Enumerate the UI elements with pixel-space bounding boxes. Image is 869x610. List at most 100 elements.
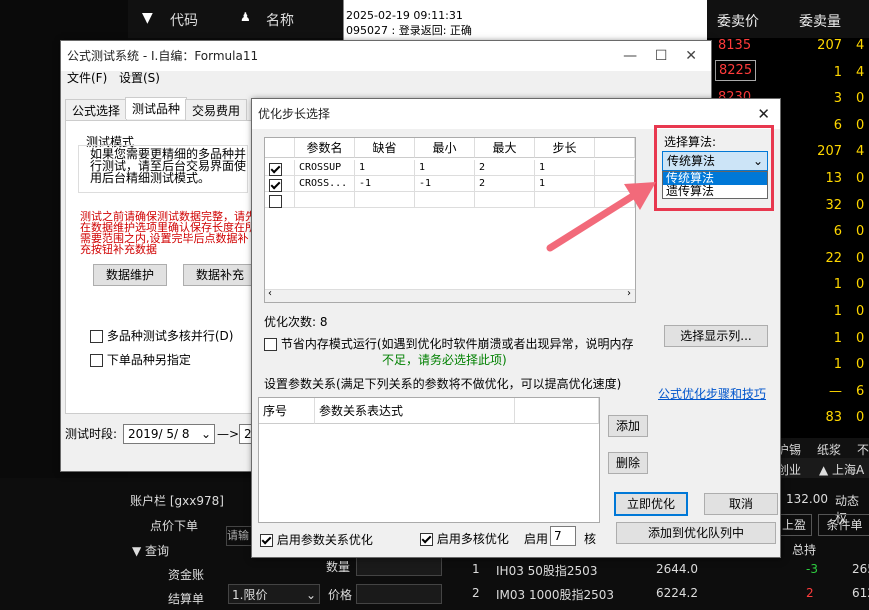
sell-volume: 1 bbox=[833, 357, 842, 373]
grid-row-check[interactable] bbox=[265, 176, 295, 192]
sell-volume: 13 bbox=[825, 171, 842, 186]
position-row-price: 2644.0 bbox=[656, 562, 698, 576]
grid-cell-max[interactable]: 2 bbox=[475, 160, 535, 176]
sell-price-2[interactable]: 8225 bbox=[715, 60, 757, 81]
checkbox-checked-icon[interactable] bbox=[260, 534, 273, 547]
window-controls[interactable]: — ☐ ✕ bbox=[623, 41, 697, 71]
delete-relation-button[interactable]: 删除 bbox=[608, 452, 648, 474]
grid-cell-min[interactable] bbox=[415, 192, 475, 208]
tab-test-varieties[interactable]: 测试品种 bbox=[125, 97, 188, 119]
price-label: 价格 bbox=[328, 588, 353, 602]
formula-menu-settings[interactable]: 设置(S) bbox=[119, 69, 160, 86]
grid-cell-name[interactable] bbox=[295, 192, 355, 208]
tab-formula-select[interactable]: 公式选择 bbox=[65, 99, 128, 121]
grid-header-6[interactable] bbox=[595, 138, 635, 158]
tab-pulp[interactable]: 纸浆 bbox=[817, 441, 841, 458]
grid-row-check[interactable] bbox=[265, 192, 295, 208]
checkbox-checked-icon[interactable] bbox=[269, 162, 282, 176]
market-label-sh[interactable]: ▲ 上海A bbox=[819, 461, 864, 478]
depth-header: 委卖价 委卖量 bbox=[707, 0, 869, 38]
add-relation-button[interactable]: 添加 bbox=[608, 415, 648, 437]
date-start-picker[interactable]: 2019/ 5/ 8 ⌄ bbox=[123, 424, 215, 444]
multicore-checkbox[interactable]: 启用多核优化 bbox=[420, 530, 509, 547]
col-name-header[interactable]: 名称 bbox=[266, 10, 294, 30]
position-header: 总持 bbox=[792, 543, 817, 557]
order-type-select[interactable]: 1.限价 ⌄ bbox=[228, 584, 320, 604]
depth-tick: 0 bbox=[856, 277, 865, 293]
grid-header-0[interactable] bbox=[265, 138, 295, 158]
grid-cell-min[interactable]: -1 bbox=[415, 176, 475, 192]
horizontal-scrollbar[interactable]: ‹ › bbox=[265, 288, 635, 302]
grid-header-3[interactable]: 最小 bbox=[415, 138, 475, 158]
quote-header: ▼ 代码 ♟ 名称 bbox=[128, 0, 343, 38]
sell-volume: 83 bbox=[825, 410, 842, 426]
cores-label: 核 bbox=[584, 532, 597, 546]
chevron-down-icon: ⌄ bbox=[200, 427, 211, 441]
order-variety-checkbox[interactable]: 下单品种另指定 bbox=[90, 351, 191, 368]
position-row-no[interactable]: 1 bbox=[472, 562, 480, 576]
checkbox-icon[interactable] bbox=[90, 354, 103, 367]
depth-tick: 4 bbox=[856, 64, 865, 80]
profit-button[interactable]: 上盈 bbox=[776, 514, 812, 536]
formula-menu-file[interactable]: 文件(F) bbox=[67, 69, 107, 86]
grid-cell-default[interactable]: 1 bbox=[355, 160, 415, 176]
data-supplement-button[interactable]: 数据补充 bbox=[183, 264, 257, 286]
position-row-name[interactable]: IM03 1000股指2503 bbox=[496, 586, 614, 603]
grid-cell-name[interactable]: CROSSUP bbox=[295, 160, 355, 176]
algorithm-select[interactable]: 传统算法 ⌄ bbox=[662, 151, 768, 171]
grid-header-5[interactable]: 步长 bbox=[535, 138, 595, 158]
grid-row-check[interactable] bbox=[265, 160, 295, 176]
menu-query[interactable]: ▼ 查询 bbox=[132, 542, 169, 559]
grid-header-2[interactable]: 缺省 bbox=[355, 138, 415, 158]
checkbox-icon[interactable] bbox=[264, 338, 277, 351]
sell-price-1[interactable]: 8135 bbox=[718, 38, 751, 53]
menu-settlement[interactable]: 结算单 bbox=[168, 590, 204, 607]
sort-down-icon[interactable]: ▼ bbox=[142, 10, 153, 26]
checkbox-checked-icon[interactable] bbox=[420, 533, 433, 546]
cancel-button[interactable]: 取消 bbox=[704, 493, 778, 515]
depth-tick: 0 bbox=[856, 330, 865, 346]
tab-trade-fees[interactable]: 交易费用 bbox=[185, 99, 248, 121]
price-input[interactable] bbox=[356, 584, 442, 604]
position-row-no[interactable]: 2 bbox=[472, 586, 480, 600]
select-columns-button[interactable]: 选择显示列... bbox=[664, 325, 768, 347]
depth-tick: 0 bbox=[856, 410, 865, 426]
qty-input[interactable] bbox=[356, 556, 442, 576]
tips-link[interactable]: 公式优化步骤和技巧 bbox=[658, 385, 766, 402]
optimize-count: 优化次数: 8 bbox=[264, 315, 328, 329]
grid-header-1[interactable]: 参数名 bbox=[295, 138, 355, 158]
optimize-now-button[interactable]: 立即优化 bbox=[614, 492, 688, 516]
data-maintain-button[interactable]: 数据维护 bbox=[93, 264, 167, 286]
position-row-name[interactable]: IH03 50股指2503 bbox=[496, 562, 597, 579]
grid-cell-default[interactable] bbox=[355, 192, 415, 208]
annotation-arrow-icon bbox=[546, 182, 656, 252]
enable-relation-checkbox[interactable]: 启用参数关系优化 bbox=[260, 531, 373, 548]
menu-funds[interactable]: 资金账 bbox=[168, 566, 204, 583]
save-memory-checkbox[interactable]: 节省内存模式运行(如遇到优化时软件崩溃或者出现异常，说明内存 bbox=[264, 335, 634, 352]
col-code-header[interactable]: 代码 bbox=[170, 10, 198, 30]
msg-line-2: 095027 : 登录返回: 正确 bbox=[346, 24, 472, 37]
menu-point-order[interactable]: 点价下单 bbox=[150, 517, 198, 534]
chevron-left-icon[interactable]: ‹ bbox=[268, 288, 272, 299]
checkbox-icon[interactable] bbox=[269, 194, 282, 208]
chevron-right-icon[interactable]: › bbox=[627, 288, 631, 299]
grid-cell-name[interactable]: CROSS... bbox=[295, 176, 355, 192]
conditional-order-button[interactable]: 条件单 bbox=[818, 514, 869, 536]
core-count-input[interactable]: 7 bbox=[550, 526, 576, 546]
grid-cell-max[interactable] bbox=[475, 192, 535, 208]
sell-price-header: 委卖价 bbox=[717, 14, 759, 30]
mode-description: 如果您需要更精细的多品种并行测试，请至后台交易界面使用后台精细测试模式。 bbox=[90, 147, 247, 185]
checkbox-icon[interactable] bbox=[90, 330, 103, 343]
algorithm-option-genetic[interactable]: 遗传算法 bbox=[663, 185, 767, 198]
grid-cell-max[interactable]: 2 bbox=[475, 176, 535, 192]
add-to-queue-button[interactable]: 添加到优化队列中 bbox=[616, 522, 776, 544]
multi-variety-checkbox[interactable]: 多品种测试多核并行(D) bbox=[90, 327, 233, 344]
checkbox-checked-icon[interactable] bbox=[269, 178, 282, 192]
grid-cell-min[interactable]: 1 bbox=[415, 160, 475, 176]
sell-volume: 1 bbox=[833, 330, 842, 346]
depth-tick: 0 bbox=[856, 171, 865, 186]
depth-tick: 6 bbox=[856, 383, 865, 399]
grid-cell-default[interactable]: -1 bbox=[355, 176, 415, 192]
grid-header-4[interactable]: 最大 bbox=[475, 138, 535, 158]
sell-volume: 22 bbox=[825, 250, 842, 266]
